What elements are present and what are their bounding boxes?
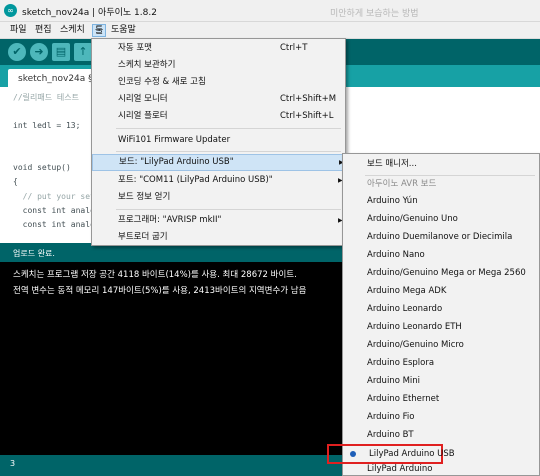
- line-number: 3: [10, 459, 16, 468]
- menu-help[interactable]: 도움말: [109, 24, 138, 37]
- new-icon[interactable]: ▤: [52, 43, 70, 61]
- menu-item-programmer[interactable]: 프로그래머: "AVRISP mkII" ▶: [92, 212, 345, 229]
- console-line-1: 스케치는 프로그램 저장 공간 4118 바이트(14%)를 사용. 최대 28…: [13, 270, 297, 280]
- menu-item-serial-monitor[interactable]: 시리얼 모니터 Ctrl+Shift+M: [92, 91, 345, 108]
- board-item[interactable]: Arduino Fio: [343, 408, 539, 426]
- arduino-logo-icon: ∞: [4, 4, 17, 17]
- board-item[interactable]: Arduino/Genuino Micro: [343, 336, 539, 354]
- menu-item-label: 프로그래머: "AVRISP mkII": [118, 215, 222, 225]
- board-item[interactable]: Arduino BT: [343, 426, 539, 444]
- menu-tools[interactable]: 툴: [92, 24, 107, 37]
- board-manager-item[interactable]: 보드 매니저...: [343, 155, 539, 173]
- menu-divider: [116, 128, 341, 129]
- menu-item-label: 포트: "COM11 (LilyPad Arduino USB)": [118, 175, 273, 185]
- tab-sketch[interactable]: sketch_nov24a §: [8, 69, 94, 87]
- board-item[interactable]: LilyPad Arduino: [343, 462, 539, 476]
- code-line-9: const int analo: [13, 206, 95, 215]
- menu-item-board-info[interactable]: 보드 정보 얻기: [92, 189, 345, 206]
- verify-icon[interactable]: ✔: [8, 43, 26, 61]
- menu-item-fix-encoding[interactable]: 인코딩 수정 & 새로 고침: [92, 74, 345, 91]
- menu-item-auto-format[interactable]: 자동 포맷 Ctrl+T: [92, 40, 345, 57]
- menu-item-label: 자동 포맷: [118, 43, 152, 53]
- board-item[interactable]: Arduino Esplora: [343, 354, 539, 372]
- board-item-selected[interactable]: LilyPad Arduino USB: [327, 444, 455, 464]
- menu-item-archive-sketch[interactable]: 스케치 보관하기: [92, 57, 345, 74]
- menu-item-board[interactable]: 보드: "LilyPad Arduino USB" ▶: [92, 154, 345, 171]
- code-line-3: int ledl = 13;: [13, 121, 81, 130]
- menu-item-serial-plotter[interactable]: 시리얼 플로터 Ctrl+Shift+L: [92, 108, 345, 125]
- open-icon[interactable]: ↑: [74, 43, 92, 61]
- board-item[interactable]: Arduino/Genuino Mega or Mega 2560: [343, 264, 539, 282]
- shortcut-label: Ctrl+T: [280, 43, 308, 53]
- menu-edit[interactable]: 편집: [33, 24, 54, 37]
- menu-item-label: 보드: "LilyPad Arduino USB": [119, 157, 234, 167]
- code-line-7: {: [13, 177, 18, 186]
- menu-item-label: 시리얼 플로터: [118, 111, 168, 121]
- menubar: 파일 편집 스케치 툴 도움말: [0, 22, 540, 39]
- code-line-6: void setup(): [13, 163, 71, 172]
- board-item-label: LilyPad Arduino USB: [369, 449, 455, 459]
- board-item[interactable]: Arduino Yún: [343, 192, 539, 210]
- code-line-1: //릴리패드 테스트: [13, 93, 79, 102]
- board-item[interactable]: Arduino Mega ADK: [343, 282, 539, 300]
- menu-item-wifi-updater[interactable]: WiFi101 Firmware Updater: [92, 132, 345, 149]
- board-item[interactable]: Arduino Leonardo ETH: [343, 318, 539, 336]
- shortcut-label: Ctrl+Shift+M: [280, 94, 337, 104]
- title-bar: ∞ sketch_nov24a | 아두이노 1.8.2 미안하게 보습하는 방…: [0, 0, 540, 22]
- avr-boards-header: 아두이노 AVR 보드: [367, 179, 437, 189]
- menu-item-label: 스케치 보관하기: [118, 60, 176, 70]
- console-line-2: 전역 변수는 동적 메모리 147바이트(5%)를 사용, 2413바이트의 지…: [13, 286, 307, 296]
- board-item[interactable]: Arduino Leonardo: [343, 300, 539, 318]
- tools-menu: 자동 포맷 Ctrl+T 스케치 보관하기 인코딩 수정 & 새로 고침 시리얼…: [91, 38, 346, 246]
- upload-icon[interactable]: ➜: [30, 43, 48, 61]
- menu-item-label: WiFi101 Firmware Updater: [118, 135, 231, 145]
- menu-divider: [116, 209, 341, 210]
- menu-item-label: 부트로더 굽기: [118, 232, 168, 242]
- board-item[interactable]: Arduino Duemilanove or Diecimila: [343, 228, 539, 246]
- menu-divider: [116, 151, 341, 152]
- shortcut-label: Ctrl+Shift+L: [280, 111, 334, 121]
- menu-file[interactable]: 파일: [8, 24, 29, 37]
- window-title: sketch_nov24a | 아두이노 1.8.2: [22, 8, 157, 18]
- menu-item-port[interactable]: 포트: "COM11 (LilyPad Arduino USB)" ▶: [92, 172, 345, 189]
- code-line-8: // put your set: [13, 192, 95, 201]
- radio-selected-icon: [350, 451, 356, 457]
- code-line-10: const int analo: [13, 220, 95, 229]
- board-item[interactable]: Arduino Mini: [343, 372, 539, 390]
- menu-sketch[interactable]: 스케치: [58, 24, 87, 37]
- upload-status: 업로드 완료.: [13, 249, 55, 258]
- menu-item-label: 시리얼 모니터: [118, 94, 168, 104]
- menu-item-burn-bootloader[interactable]: 부트로더 굽기: [92, 229, 345, 246]
- board-item[interactable]: Arduino Nano: [343, 246, 539, 264]
- menu-item-label: 보드 정보 얻기: [118, 192, 171, 202]
- board-item[interactable]: Arduino Ethernet: [343, 390, 539, 408]
- board-submenu: 보드 매니저... 아두이노 AVR 보드 Arduino Yún Arduin…: [327, 153, 540, 476]
- background-window-title: 미안하게 보습하는 방법: [330, 9, 419, 19]
- menu-item-label: 인코딩 수정 & 새로 고침: [118, 77, 206, 87]
- board-item[interactable]: Arduino/Genuino Uno: [343, 210, 539, 228]
